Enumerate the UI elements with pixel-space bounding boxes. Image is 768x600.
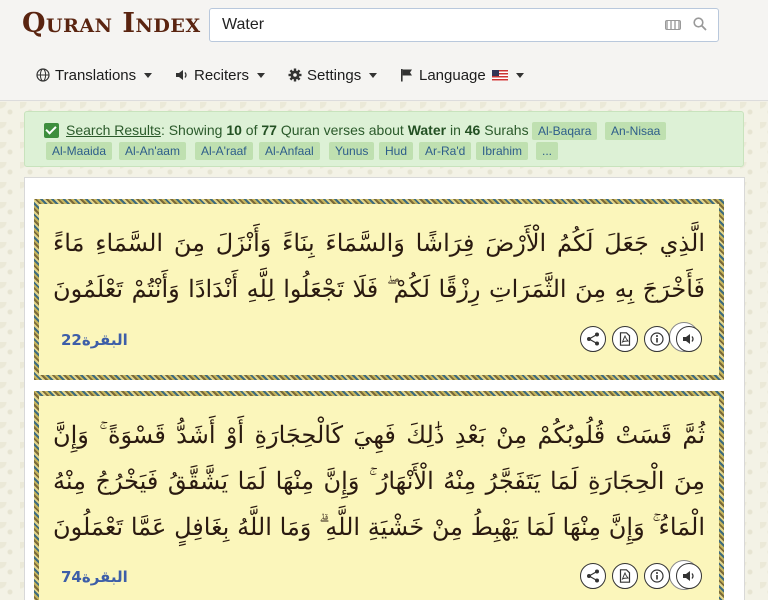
chevron-down-icon bbox=[369, 72, 378, 78]
info-button[interactable] bbox=[644, 326, 670, 352]
verse-text: الَّذِي جَعَلَ لَكُمُ الْأَرْضَ فِرَاشًا… bbox=[53, 220, 705, 358]
gear-icon bbox=[288, 68, 302, 82]
logo-text: Quran Index bbox=[22, 8, 201, 39]
pdf-button[interactable] bbox=[612, 326, 638, 352]
menu-translations[interactable]: Translations bbox=[36, 64, 153, 86]
menu-settings-label: Settings bbox=[307, 66, 362, 84]
audio-button[interactable] bbox=[676, 563, 702, 589]
verse-reference[interactable]: البقرة22 bbox=[57, 331, 128, 349]
chevron-down-icon bbox=[257, 72, 266, 78]
share-button[interactable] bbox=[580, 326, 606, 352]
surah-tag[interactable]: Ar-Ra'd bbox=[419, 142, 472, 160]
surah-tag[interactable]: Hud bbox=[379, 142, 414, 160]
flag-icon bbox=[401, 69, 412, 82]
search-input[interactable] bbox=[210, 9, 650, 41]
info-button[interactable] bbox=[644, 563, 670, 589]
logo[interactable]: Quran Index bbox=[22, 8, 201, 39]
verse-card: الَّذِي جَعَلَ لَكُمُ الْأَرْضَ فِرَاشًا… bbox=[34, 199, 724, 380]
search-results-bar: Search Results: Showing 10 of 77 Quran v… bbox=[24, 111, 744, 167]
menu-translations-label: Translations bbox=[55, 66, 137, 84]
search-icon[interactable] bbox=[693, 17, 707, 31]
menu-settings[interactable]: Settings bbox=[288, 64, 378, 86]
share-icon bbox=[587, 569, 599, 583]
speaker-icon bbox=[683, 571, 694, 581]
info-icon bbox=[650, 569, 664, 583]
pdf-icon bbox=[619, 569, 631, 583]
chevron-down-icon bbox=[515, 72, 524, 78]
menu-reciters[interactable]: Reciters bbox=[175, 64, 266, 86]
menu-language[interactable]: Language bbox=[400, 64, 524, 86]
surah-tag[interactable]: Al-Baqara bbox=[532, 122, 598, 140]
us-flag-icon bbox=[491, 69, 508, 81]
verse-reference[interactable]: البقرة74 bbox=[57, 568, 128, 586]
globe-icon bbox=[36, 68, 50, 82]
info-icon bbox=[650, 332, 664, 346]
search-box bbox=[209, 8, 719, 42]
surah-tag[interactable]: Al-An'aam bbox=[119, 142, 186, 160]
share-button[interactable] bbox=[580, 563, 606, 589]
chevron-down-icon bbox=[144, 72, 153, 78]
audio-button[interactable] bbox=[676, 326, 702, 352]
verse-card: ثُمَّ قَسَتْ قُلُوبُكُمْ مِنْ بَعْدِ ذَٰ… bbox=[34, 391, 724, 600]
search-results-link[interactable]: Search Results bbox=[66, 122, 161, 138]
pdf-button[interactable] bbox=[612, 563, 638, 589]
surah-tag[interactable]: An-Nisaa bbox=[605, 122, 667, 140]
surah-tag-more[interactable]: ... bbox=[536, 142, 559, 160]
checkbox-icon bbox=[44, 123, 59, 138]
surah-tag[interactable]: Al-Anfaal bbox=[259, 142, 320, 160]
menu-language-label: Language bbox=[419, 66, 486, 84]
surah-tag[interactable]: Al-Maaida bbox=[46, 142, 113, 160]
speaker-icon bbox=[683, 334, 694, 344]
header: Quran Index Translations Reciters Settin… bbox=[0, 0, 768, 101]
results-summary: Search Results: Showing 10 of 77 Quran v… bbox=[66, 122, 529, 138]
surah-tag[interactable]: Ibrahim bbox=[476, 142, 529, 160]
surah-tag[interactable]: Yunus bbox=[329, 142, 375, 160]
menu-reciters-label: Reciters bbox=[194, 66, 250, 84]
speaker-icon bbox=[176, 70, 187, 80]
pdf-icon bbox=[619, 332, 631, 346]
verse-text: ثُمَّ قَسَتْ قُلُوبُكُمْ مِنْ بَعْدِ ذَٰ… bbox=[53, 412, 705, 596]
surah-tag[interactable]: Al-A'raaf bbox=[195, 142, 253, 160]
share-icon bbox=[587, 332, 599, 346]
keyboard-icon[interactable] bbox=[665, 20, 681, 30]
